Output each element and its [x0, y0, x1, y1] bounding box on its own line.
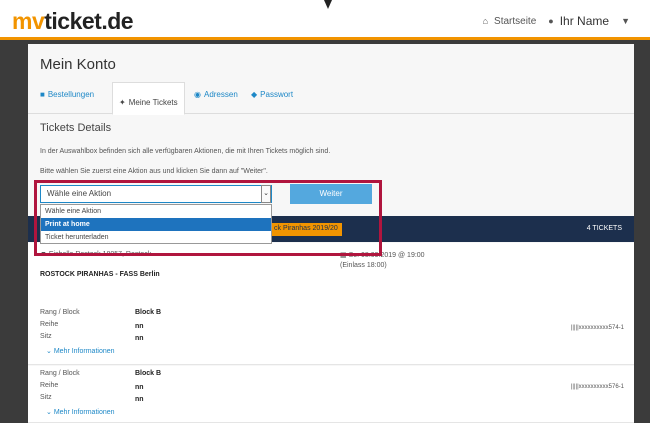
instruction-text: Bitte wählen Sie zuerst eine Aktion aus … — [40, 168, 268, 175]
ticket-barcode: |||||xxxxxxxxxx576-1 — [570, 384, 624, 390]
tab-adressen-label: Adressen — [203, 90, 238, 99]
sitz-value: nn — [135, 396, 144, 403]
sitz-label: Sitz — [40, 394, 52, 401]
match-title: ROSTOCK PIRANHAS - FASS Berlin — [40, 271, 160, 278]
location-icon: ◉ — [194, 90, 201, 99]
section-title: Tickets Details — [40, 122, 112, 134]
cursor-pointer-icon — [324, 0, 332, 9]
logo-part-mv: mv — [12, 8, 45, 34]
rang-value: Block B — [135, 309, 162, 316]
page-title: Mein Konto — [40, 56, 116, 73]
reihe-value: nn — [135, 384, 144, 391]
sitz-value: nn — [135, 335, 144, 342]
account-tabs: ■ Bestellungen ✦ Meine Tickets ◉ Adresse… — [28, 82, 634, 115]
tab-passwort[interactable]: ◆ Passwort — [251, 90, 293, 99]
highlight-box — [34, 180, 382, 256]
tab-meine-tickets-label: Meine Tickets — [128, 98, 178, 107]
tickets-count: 4 TICKETS — [586, 225, 622, 232]
chevron-down-icon: ⌄ — [46, 348, 52, 355]
intro-text: In der Auswahlbox befinden sich alle ver… — [40, 148, 331, 155]
top-nav-links: ⌂ Startseite ● Ihr Name ▼ — [483, 14, 630, 28]
chevron-down-icon: ⌄ — [46, 409, 52, 416]
reihe-label: Reihe — [40, 321, 59, 328]
tab-bestellungen[interactable]: ■ Bestellungen — [40, 90, 94, 99]
top-navigation-bar: mvticket.de ⌂ Startseite ● Ihr Name ▼ — [0, 0, 650, 40]
ticket-barcode: |||||xxxxxxxxxx574-1 — [570, 325, 624, 331]
rang-label: Rang / Block — [40, 309, 80, 316]
more-info-label: Mehr Informationen — [53, 348, 115, 355]
user-icon: ● — [548, 16, 554, 26]
tab-bestellungen-label: Bestellungen — [47, 90, 95, 99]
tab-passwort-label: Passwort — [260, 90, 294, 99]
more-info-link[interactable]: ⌄ Mehr Informationen — [46, 408, 115, 416]
lock-icon: ◆ — [251, 90, 258, 99]
rang-label: Rang / Block — [40, 370, 80, 377]
more-info-label: Mehr Informationen — [53, 409, 115, 416]
tab-adressen[interactable]: ◉ Adressen — [194, 90, 238, 99]
rang-value: Block B — [135, 370, 162, 377]
home-icon: ⌂ — [482, 16, 489, 26]
startseite-link[interactable]: Startseite — [494, 16, 536, 27]
reihe-label: Reihe — [40, 382, 59, 389]
ticket-card: ▼ Eishalle Rostock 18057, Rostock ROSTOC… — [28, 243, 634, 365]
reihe-value: nn — [135, 323, 144, 330]
logo-part-ticket: ticket.de — [44, 8, 134, 34]
admission-text: (Einlass 18:00) — [340, 262, 387, 269]
ticket-icon: ✦ — [119, 98, 126, 107]
user-menu[interactable]: Ihr Name — [560, 14, 609, 28]
cart-icon: ■ — [40, 90, 45, 99]
site-logo[interactable]: mvticket.de — [12, 8, 134, 35]
caret-down-icon[interactable]: ▼ — [621, 16, 630, 26]
more-info-link[interactable]: ⌄ Mehr Informationen — [46, 347, 115, 355]
sitz-label: Sitz — [40, 333, 52, 340]
ticket-card: Rang / Block Block B Reihe nn Sitz nn ⌄ … — [28, 366, 634, 423]
tab-meine-tickets[interactable]: ✦ Meine Tickets — [112, 82, 185, 115]
